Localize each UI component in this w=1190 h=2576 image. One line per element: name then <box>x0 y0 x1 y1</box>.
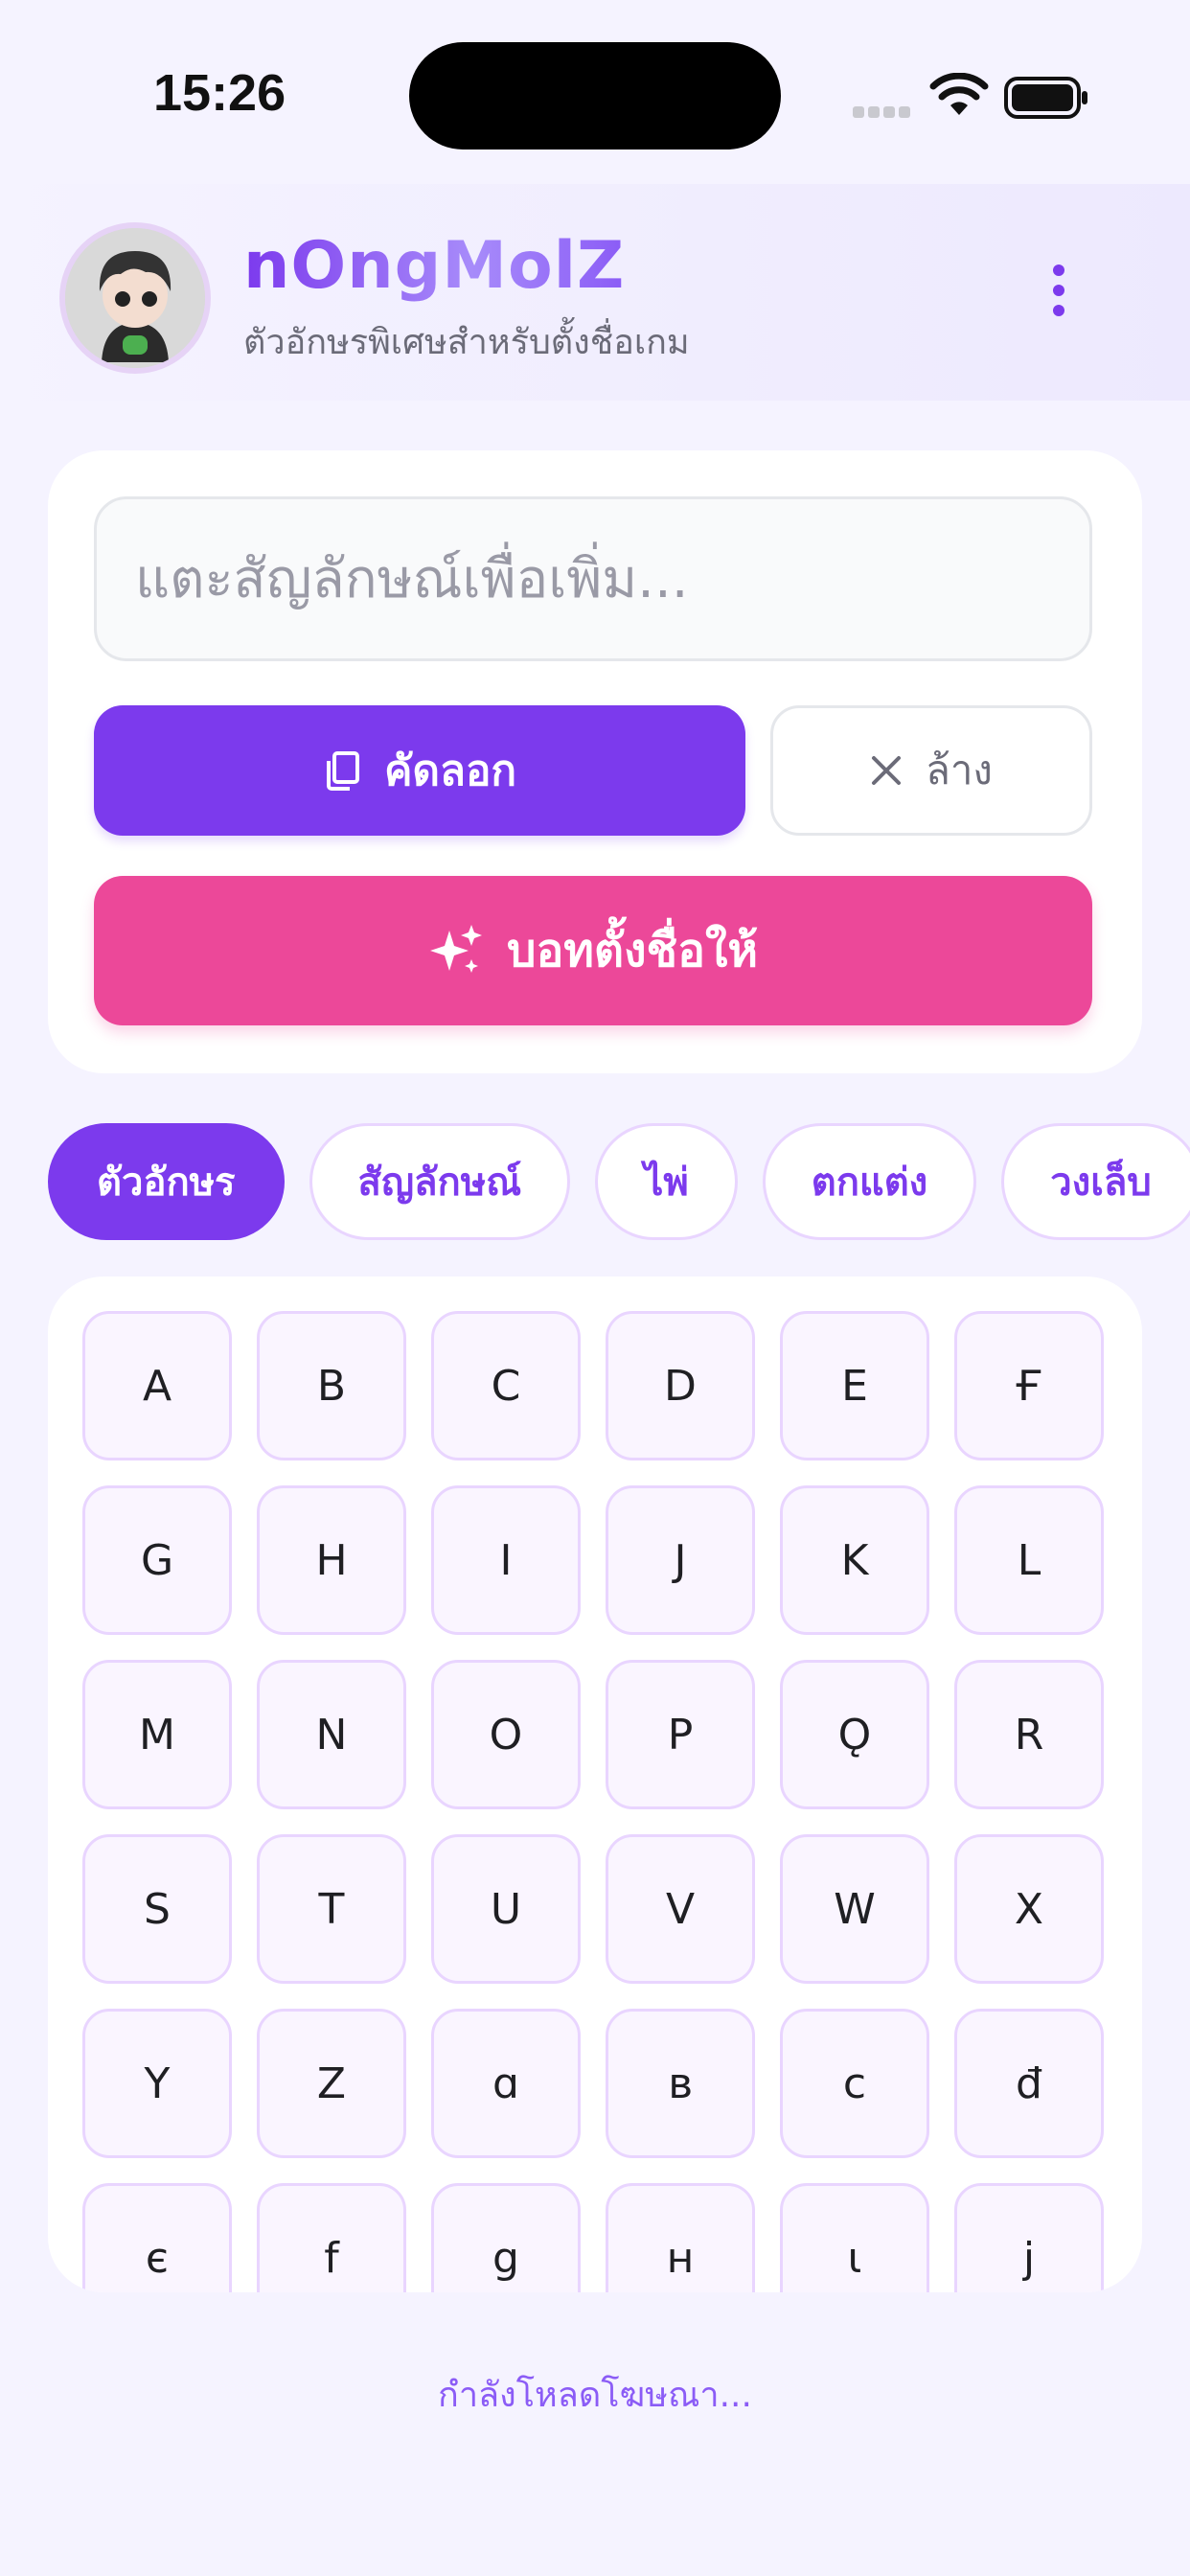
symbol-key[interactable]: L <box>954 1485 1104 1635</box>
input-card: คัดลอก ล้าง บอทตั้งชื่อให้ <box>48 450 1142 1073</box>
tab-cards[interactable]: ไพ่ <box>595 1123 738 1240</box>
tab-symbols[interactable]: สัญลักษณ์ <box>309 1123 571 1240</box>
symbol-key[interactable]: S <box>82 1834 232 1984</box>
symbol-key[interactable]: U <box>431 1834 581 1984</box>
symbol-key[interactable]: W <box>780 1834 929 1984</box>
symbol-key[interactable]: E <box>780 1311 929 1460</box>
name-input[interactable] <box>94 496 1092 661</box>
symbol-key[interactable]: B <box>257 1311 406 1460</box>
symbol-key[interactable]: Z <box>257 2009 406 2158</box>
ad-loading-text: กำลังโหลดโฆษณา... <box>438 2376 752 2415</box>
clear-button[interactable]: ล้าง <box>770 705 1092 836</box>
symbol-key[interactable]: N <box>257 1660 406 1809</box>
symbol-key[interactable]: ᴄ <box>780 2009 929 2158</box>
symbol-key[interactable]: X <box>954 1834 1104 1984</box>
symbol-key[interactable]: J <box>606 1485 755 1635</box>
symbol-grid: A B C D E Ғ G H I J K L M N O P Ǫ R S T … <box>82 1311 1104 2292</box>
wifi-icon <box>929 72 989 121</box>
app-subtitle: ตัวอักษรพิเศษสำหรับตั้งชื่อเกม <box>243 323 690 362</box>
tab-letters[interactable]: ตัวอักษร <box>48 1123 285 1240</box>
symbol-key[interactable]: ʙ <box>606 2009 755 2158</box>
symbol-key[interactable]: ʜ <box>606 2183 755 2292</box>
tab-decorations[interactable]: ตกแต่ง <box>762 1123 977 1240</box>
tab-brackets[interactable]: วงเล็บ <box>1001 1123 1190 1240</box>
symbol-key[interactable]: ι <box>780 2183 929 2292</box>
app-title: nOngMolZ <box>243 228 626 304</box>
app-header: nOngMolZ ตัวอักษรพิเศษสำหรับตั้งชื่อเกม <box>0 184 1190 401</box>
symbol-key[interactable]: M <box>82 1660 232 1809</box>
symbol-key[interactable]: đ <box>954 2009 1104 2158</box>
symbol-key[interactable]: A <box>82 1311 232 1460</box>
bot-name-suggest-button[interactable]: บอทตั้งชื่อให้ <box>94 876 1092 1025</box>
battery-icon <box>1004 77 1090 123</box>
symbol-key[interactable]: T <box>257 1834 406 1984</box>
symbol-key[interactable]: g <box>431 2183 581 2292</box>
symbol-key[interactable]: ɑ <box>431 2009 581 2158</box>
symbol-key[interactable]: H <box>257 1485 406 1635</box>
copy-button[interactable]: คัดลอก <box>94 705 745 836</box>
close-icon <box>870 754 903 787</box>
symbol-key[interactable]: є <box>82 2183 232 2292</box>
symbol-key[interactable]: I <box>431 1485 581 1635</box>
symbol-grid-card: A B C D E Ғ G H I J K L M N O P Ǫ R S T … <box>48 1276 1142 2292</box>
symbol-key[interactable]: Y <box>82 2009 232 2158</box>
symbol-key[interactable]: j <box>954 2183 1104 2292</box>
symbol-key[interactable]: R <box>954 1660 1104 1809</box>
category-tabs: ตัวอักษร สัญลักษณ์ ไพ่ ตกแต่ง วงเล็บ <box>48 1123 1190 1240</box>
copy-label: คัดลอก <box>383 747 517 795</box>
copy-icon <box>323 749 361 792</box>
symbol-key[interactable]: Ǫ <box>780 1660 929 1809</box>
cellular-signal-icon <box>853 104 914 122</box>
symbol-key[interactable]: G <box>82 1485 232 1635</box>
symbol-key[interactable]: Ғ <box>954 1311 1104 1460</box>
symbol-key[interactable]: f <box>257 2183 406 2292</box>
symbol-key[interactable]: V <box>606 1834 755 1984</box>
clear-label: ล้าง <box>926 747 993 794</box>
avatar[interactable] <box>59 222 211 374</box>
sparkles-icon <box>428 923 484 978</box>
dynamic-island <box>409 42 781 150</box>
symbol-key[interactable]: D <box>606 1311 755 1460</box>
status-time: 15:26 <box>153 64 286 122</box>
symbol-key[interactable]: K <box>780 1485 929 1635</box>
bot-name-suggest-label: บอทตั้งชื่อให้ <box>506 924 759 978</box>
symbol-key[interactable]: P <box>606 1660 755 1809</box>
more-options-icon[interactable] <box>1044 264 1073 322</box>
symbol-key[interactable]: O <box>431 1660 581 1809</box>
symbol-key[interactable]: C <box>431 1311 581 1460</box>
